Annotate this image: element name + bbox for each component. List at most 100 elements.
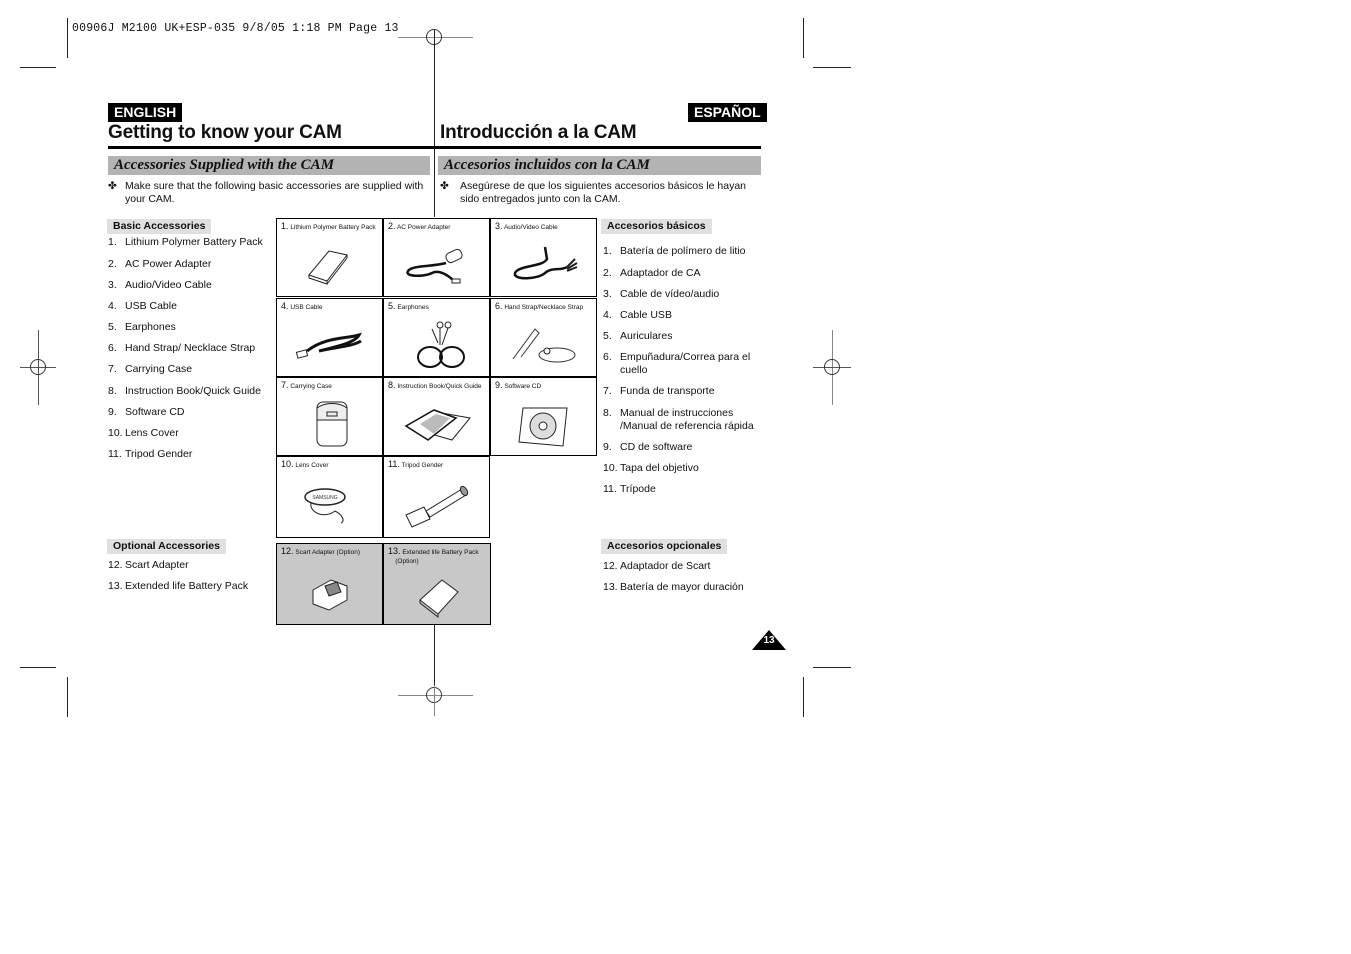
page-title-spanish: Introducción a la CAM	[440, 122, 637, 143]
list-item: 10. Lens Cover	[108, 427, 179, 439]
optional-accessories-heading-spanish: Accesorios opcionales	[601, 539, 728, 554]
book-icon	[404, 409, 471, 441]
earphones-icon	[417, 321, 465, 368]
accessory-caption: 8. Instruction Book/Quick Guide	[388, 380, 482, 391]
battery-icon	[308, 250, 348, 285]
accessory-cell: 7. Carrying Case	[276, 377, 383, 456]
accessory-caption: 10. Lens Cover	[281, 459, 329, 470]
list-item: 7. Funda de transporte	[603, 385, 715, 397]
list-item: 6. Hand Strap/ Necklace Strap	[108, 342, 256, 354]
accessory-cell: 10. Lens Cover SAMSUNG	[276, 456, 383, 538]
accessory-caption: 12. Scart Adapter (Option)	[281, 546, 360, 557]
bullet-icon: ✤	[440, 180, 449, 192]
list-item: 1. Batería de polímero de litio	[603, 245, 746, 257]
accessory-caption: 11. Tripod Gender	[388, 459, 444, 470]
list-item: 8. Manual de instrucciones/Manual de refe…	[603, 407, 754, 432]
accessory-cell-optional: 12. Scart Adapter (Option)	[276, 543, 383, 625]
list-item: 3. Audio/Video Cable	[108, 279, 212, 291]
optional-accessories-heading-english: Optional Accessories	[107, 539, 226, 554]
list-item: 10. Tapa del objetivo	[603, 462, 699, 474]
list-item: 2. AC Power Adapter	[108, 258, 212, 270]
list-item: 4. USB Cable	[108, 300, 177, 312]
intro-line: Asegúrese de que los siguientes accesori…	[460, 180, 747, 192]
basic-accessories-heading-spanish: Accesorios básicos	[601, 219, 712, 234]
accessory-cell: 1. Lithium Polymer Battery Pack	[276, 218, 383, 297]
bullet-icon: ✤	[108, 180, 117, 192]
accessory-caption: 9. Software CD	[495, 380, 542, 391]
accessory-cell: 11. Tripod Gender	[383, 456, 490, 538]
title-rule	[108, 146, 761, 149]
scart-adapter-icon	[312, 579, 348, 611]
list-item: 11. Trípode	[603, 483, 656, 495]
crop-mark	[20, 67, 56, 68]
basic-accessories-heading-english: Basic Accessories	[107, 219, 212, 234]
list-item: 1. Lithium Polymer Battery Pack	[108, 236, 263, 248]
crop-mark	[803, 18, 804, 58]
accessory-cell: 3. Audio/Video Cable	[490, 218, 597, 297]
accessory-caption: 13. Extended life Battery Pack (Option)	[388, 546, 479, 566]
list-item: 5. Auriculares	[603, 330, 673, 342]
tripod-gender-icon	[405, 485, 469, 528]
list-item: 12. Scart Adapter	[108, 559, 189, 571]
accessory-cell: 6. Hand Strap/Necklace Strap	[490, 298, 597, 377]
accessory-caption: 2. AC Power Adapter	[388, 221, 451, 232]
lens-cover-icon: SAMSUNG	[304, 488, 346, 524]
accessory-caption: 1. Lithium Polymer Battery Pack	[281, 221, 376, 232]
strap-icon	[512, 328, 576, 363]
intro-spanish: ✤ Asegúrese de que los siguientes acceso…	[440, 180, 760, 208]
page-spine	[434, 625, 435, 685]
intro-line: your CAM.	[125, 193, 175, 205]
intro-line: Make sure that the following basic acces…	[125, 180, 424, 192]
list-item: 3. Cable de vídeo/audio	[603, 288, 720, 300]
accessory-caption: 4. USB Cable	[281, 301, 323, 312]
intro-line: sido entregados junto con la CAM.	[460, 193, 621, 205]
accessory-caption: 7. Carrying Case	[281, 380, 332, 391]
accessory-caption: 3. Audio/Video Cable	[495, 221, 558, 232]
print-slug: 00906J M2100 UK+ESP-035 9/8/05 1:18 PM P…	[72, 22, 399, 35]
section-title: Accessories Supplied with the CAM	[114, 157, 335, 173]
accessory-caption: 6. Hand Strap/Necklace Strap	[495, 301, 584, 312]
page-spine	[434, 30, 435, 217]
svg-text:SAMSUNG: SAMSUNG	[312, 495, 337, 501]
list-item: 12. Adaptador de Scart	[603, 560, 711, 572]
cd-icon	[518, 407, 568, 447]
crop-mark	[803, 677, 804, 717]
registration-mark-circle	[30, 359, 46, 375]
accessory-cell: 2. AC Power Adapter	[383, 218, 490, 297]
list-item: 8. Instruction Book/Quick Guide	[108, 385, 261, 397]
list-item: 2. Adaptador de CA	[603, 267, 701, 279]
lang-label-spanish: ESPAÑOL	[688, 103, 767, 122]
accessory-cell: 4. USB Cable	[276, 298, 383, 377]
lang-label-english: ENGLISH	[108, 103, 183, 122]
list-item: 11. Tripod Gender	[108, 448, 193, 460]
crop-mark	[67, 18, 68, 58]
accessory-cell: 8. Instruction Book/Quick Guide	[383, 377, 490, 456]
list-item: 4. Cable USB	[603, 309, 672, 321]
page-number: 13	[763, 635, 775, 646]
av-cable-icon	[513, 246, 578, 280]
list-item: 13. Extended life Battery Pack	[108, 580, 249, 592]
accessory-cell: 9. Software CD	[490, 377, 597, 456]
list-item: 9. CD de software	[603, 441, 693, 453]
accessory-cell-optional: 13. Extended life Battery Pack (Option)	[383, 543, 491, 625]
registration-mark-circle	[824, 359, 840, 375]
list-item: 5. Earphones	[108, 321, 176, 333]
crop-mark	[20, 667, 56, 668]
list-item: 9. Software CD	[108, 406, 185, 418]
crop-mark	[67, 677, 68, 717]
crop-mark	[813, 667, 851, 668]
list-item: 13. Batería de mayor duración	[603, 581, 744, 593]
intro-english: ✤ Make sure that the following basic acc…	[108, 180, 428, 208]
accessory-cell: 5. Earphones	[383, 298, 490, 377]
section-header-spanish: Accesorios incluidos con la CAM	[438, 156, 761, 175]
battery-icon	[419, 579, 459, 619]
page-title-english: Getting to know your CAM	[108, 122, 342, 143]
carrying-case-icon	[316, 401, 348, 447]
section-title: Accesorios incluidos con la CAM	[444, 157, 650, 173]
list-item: 7. Carrying Case	[108, 363, 193, 375]
section-header-english: Accessories Supplied with the CAM	[108, 156, 430, 175]
usb-cable-icon	[295, 332, 362, 359]
crop-mark	[813, 67, 851, 68]
accessory-caption: 5. Earphones	[388, 301, 429, 312]
registration-mark	[434, 680, 435, 716]
